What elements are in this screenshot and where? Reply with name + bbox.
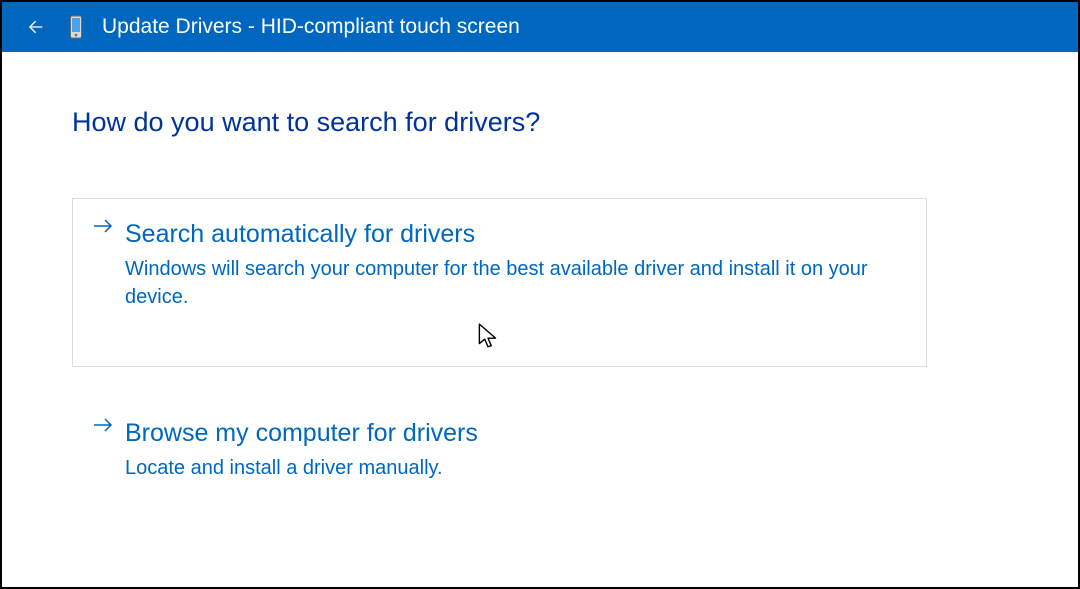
window-title: Update Drivers - HID-compliant touch scr… — [102, 15, 520, 39]
arrow-right-icon — [93, 418, 115, 432]
option-search-automatically[interactable]: Search automatically for drivers Windows… — [72, 198, 927, 367]
device-icon — [68, 14, 84, 40]
option-title: Search automatically for drivers — [125, 219, 906, 249]
page-heading: How do you want to search for drivers? — [72, 107, 1008, 138]
arrow-right-icon — [93, 219, 115, 233]
arrow-left-icon — [24, 17, 44, 37]
back-button[interactable] — [22, 15, 46, 39]
option-browse-computer[interactable]: Browse my computer for drivers Locate an… — [72, 397, 927, 503]
option-description: Windows will search your computer for th… — [125, 255, 906, 311]
option-description: Locate and install a driver manually. — [125, 454, 906, 482]
option-title: Browse my computer for drivers — [125, 418, 906, 448]
dialog-content: How do you want to search for drivers? S… — [2, 52, 1078, 503]
titlebar: Update Drivers - HID-compliant touch scr… — [2, 2, 1078, 52]
